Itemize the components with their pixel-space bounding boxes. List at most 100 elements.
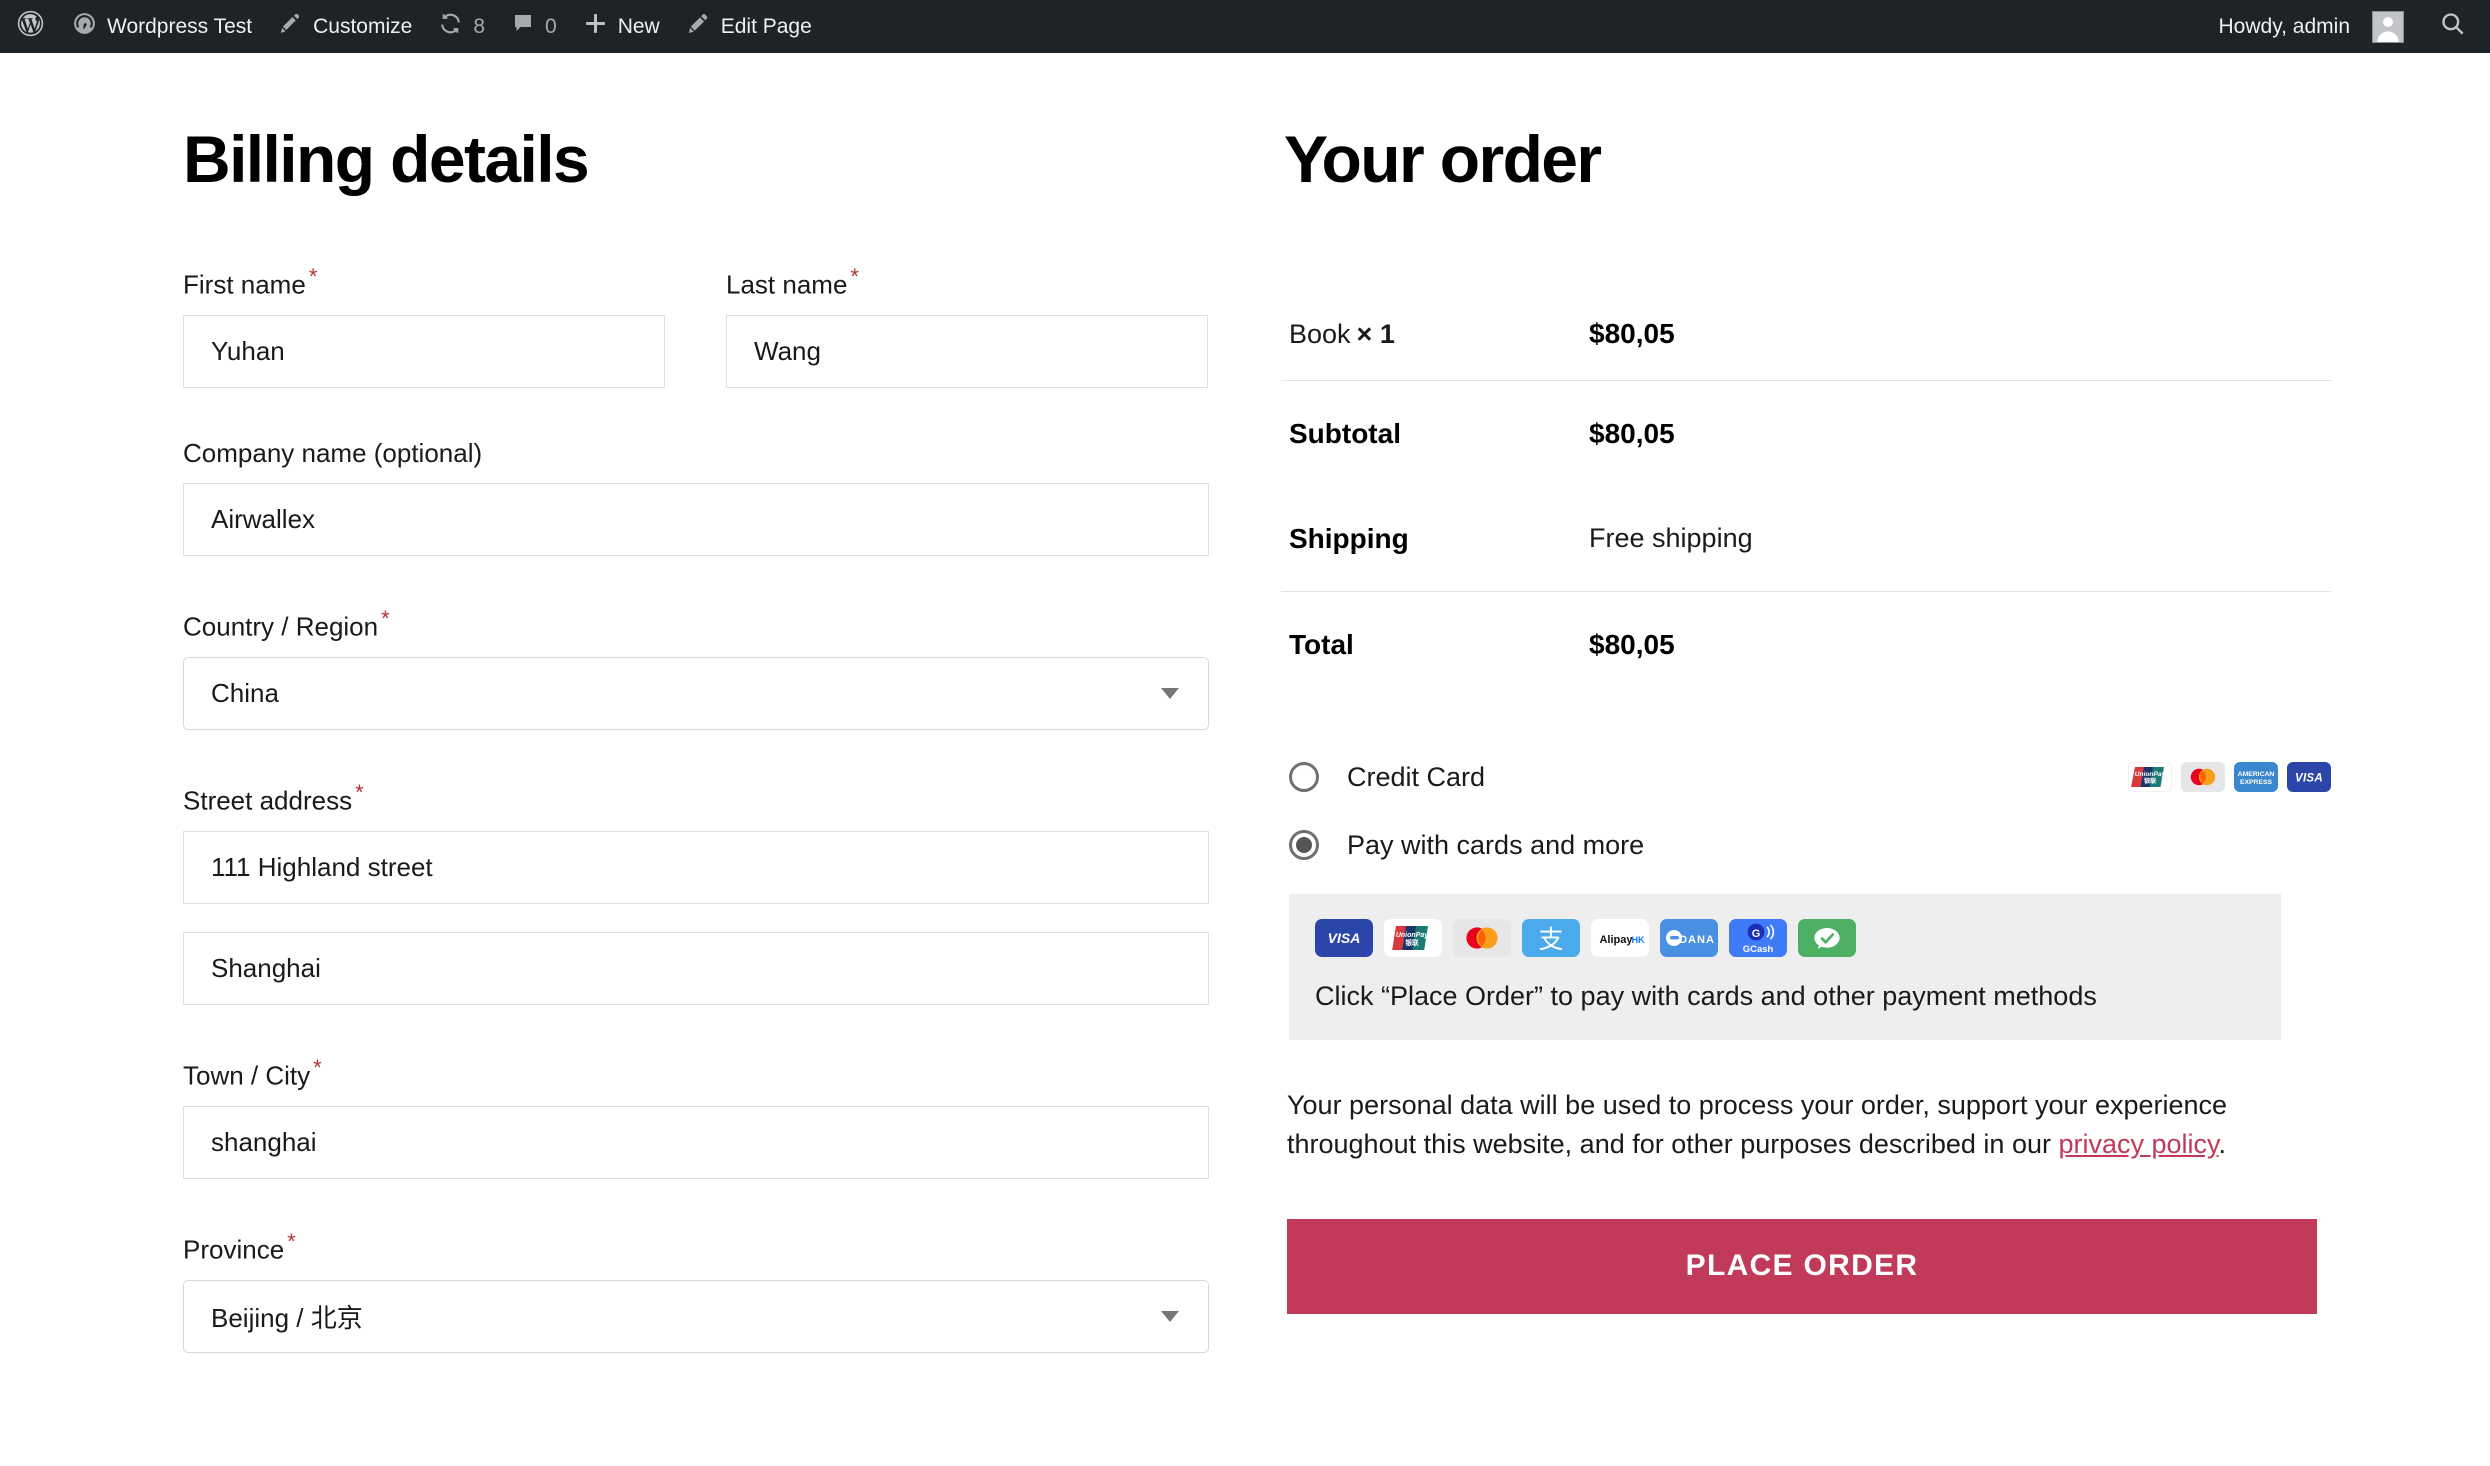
your-order-title: Your order	[1284, 122, 1602, 196]
street2-field-group: Shanghai	[183, 932, 1209, 1006]
svg-text:Alipay: Alipay	[1599, 934, 1633, 946]
order-shipping-row: Shipping Free shipping	[1281, 486, 2331, 591]
visa-icon: VISA	[2287, 762, 2331, 793]
svg-text:G: G	[1752, 928, 1761, 940]
comments-count: 0	[545, 14, 557, 38]
required-mark: *	[287, 1228, 296, 1254]
wallet-logo-strip: VISA UnionPay 银联 支 Alipay HK DANA G GCas…	[1315, 919, 2255, 958]
last-name-input[interactable]: Wang	[726, 315, 1208, 389]
alipayhk-icon: Alipay HK	[1591, 919, 1649, 958]
unionpay-icon: UnionPay 银联	[2128, 762, 2172, 793]
payment-method-cards-and-more[interactable]: Pay with cards and more	[1281, 817, 2331, 873]
svg-text:GCash: GCash	[1743, 944, 1774, 955]
order-subtotal-row: Subtotal $80,05	[1281, 381, 2331, 486]
mastercard-icon	[2181, 762, 2225, 793]
billing-column: Billing details First name * Yuhan Last n…	[0, 53, 1280, 1381]
payment-methods: Credit Card UnionPay 银联 AMERICAN EXPRESS…	[1281, 749, 2331, 1041]
gcash-icon: G GCash	[1729, 919, 1787, 958]
visa-icon: VISA	[1315, 919, 1373, 958]
svg-text:VISA: VISA	[1328, 930, 1361, 946]
checkout-page: Billing details First name * Yuhan Last n…	[0, 53, 2490, 1381]
alipay-icon: 支	[1522, 919, 1580, 958]
order-product-row: Book × 1 $80,05	[1281, 282, 2331, 380]
radio-cards-and-more[interactable]	[1289, 830, 1319, 861]
order-product-price: $80,05	[1589, 318, 1675, 350]
chevron-down-icon	[1161, 688, 1179, 700]
country-selected-value: China	[211, 678, 279, 709]
payment-method-credit-card-label: Credit Card	[1347, 761, 1486, 792]
order-review-table: Book × 1 $80,05 Subtotal $80,05 Shipping …	[1281, 282, 2331, 697]
country-field-group: Country / Region * China	[183, 606, 1209, 731]
dana-icon: DANA	[1660, 919, 1718, 958]
update-refresh-icon	[438, 11, 463, 42]
order-total-label: Total	[1289, 628, 1354, 660]
required-mark: *	[355, 780, 364, 806]
required-mark: *	[850, 264, 859, 290]
company-input[interactable]: Airwallex	[183, 483, 1209, 557]
radio-credit-card[interactable]	[1289, 762, 1319, 793]
my-account-menu[interactable]: Howdy, admin	[2206, 0, 2418, 53]
province-select[interactable]: Beijing / 北京	[183, 1279, 1209, 1353]
plus-icon	[583, 11, 608, 42]
svg-text:HK: HK	[1632, 935, 1645, 945]
street-address-input[interactable]: 111 Highland street	[183, 831, 1209, 905]
required-mark: *	[313, 1055, 322, 1081]
last-name-field-group: Last name * Wang	[726, 264, 1208, 389]
place-order-button[interactable]: PLACE ORDER	[1287, 1218, 2317, 1314]
mastercard-icon	[1453, 919, 1511, 958]
search-button[interactable]	[2417, 10, 2490, 43]
order-column: Your order Book × 1 $80,05 Subtotal $80,0…	[1280, 53, 2490, 1381]
updates-menu[interactable]: 8	[425, 0, 498, 53]
howdy-label: Howdy, admin	[2218, 14, 2351, 38]
svg-text:银联: 银联	[2144, 777, 2157, 785]
comment-bubble-icon	[511, 12, 535, 42]
billing-details-title: Billing details	[183, 122, 590, 196]
paintbrush-icon	[278, 11, 303, 42]
amex-icon: AMERICAN EXPRESS	[2234, 762, 2278, 793]
street-address-label: Street address *	[183, 780, 364, 816]
order-shipping-label: Shipping	[1289, 522, 1409, 554]
privacy-policy-link[interactable]: privacy policy	[2058, 1129, 2218, 1159]
payment-method-credit-card[interactable]: Credit Card UnionPay 银联 AMERICAN EXPRESS…	[1281, 749, 2331, 805]
wordpress-logo-button[interactable]	[0, 0, 59, 53]
wechatpay-icon	[1798, 919, 1856, 958]
edit-page-menu[interactable]: Edit Page	[673, 0, 825, 53]
site-name-menu[interactable]: Wordpress Test	[59, 0, 265, 53]
edit-page-label: Edit Page	[720, 14, 812, 38]
pencil-edit-icon	[686, 11, 711, 42]
payment-method-details-box: VISA UnionPay 银联 支 Alipay HK DANA G GCas…	[1289, 894, 2281, 1041]
search-icon	[2439, 10, 2466, 43]
last-name-label: Last name *	[726, 264, 859, 300]
svg-text:DANA: DANA	[1679, 934, 1715, 946]
company-field-group: Company name (optional) Airwallex	[183, 438, 1209, 557]
name-row: First name * Yuhan Last name * Wang	[183, 264, 1209, 416]
order-product-name: Book × 1	[1289, 318, 1395, 349]
privacy-text-after: .	[2218, 1129, 2227, 1160]
order-shipping-value: Free shipping	[1589, 523, 1753, 554]
chevron-down-icon	[1161, 1310, 1179, 1322]
first-name-input[interactable]: Yuhan	[183, 315, 665, 389]
wp-admin-bar: Wordpress Test Customize 8 0 New Edit Pa…	[0, 0, 2490, 53]
svg-text:UnionPay: UnionPay	[1396, 932, 1429, 939]
svg-text:支: 支	[1538, 925, 1563, 954]
street-address-2-input[interactable]: Shanghai	[183, 932, 1209, 1006]
comments-menu[interactable]: 0	[498, 0, 570, 53]
first-name-field-group: First name * Yuhan	[183, 264, 665, 389]
new-content-menu[interactable]: New	[570, 0, 673, 53]
customize-menu[interactable]: Customize	[265, 0, 425, 53]
town-city-label: Town / City *	[183, 1055, 322, 1091]
town-city-input[interactable]: shanghai	[183, 1105, 1209, 1179]
svg-text:VISA: VISA	[2295, 773, 2323, 785]
province-field-group: Province * Beijing / 北京	[183, 1229, 1209, 1353]
street-field-group: Street address * 111 Highland street	[183, 780, 1209, 905]
site-name-label: Wordpress Test	[107, 14, 253, 38]
dashboard-site-icon	[72, 11, 97, 42]
province-selected-value: Beijing / 北京	[211, 1302, 363, 1333]
city-field-group: Town / City * shanghai	[183, 1055, 1209, 1179]
country-select[interactable]: China	[183, 657, 1209, 731]
svg-text:AMERICAN: AMERICAN	[2238, 771, 2275, 778]
required-mark: *	[308, 264, 318, 290]
first-name-label: First name *	[183, 264, 318, 300]
payment-method-cards-and-more-label: Pay with cards and more	[1347, 829, 1645, 860]
order-product-qty: × 1	[1356, 318, 1395, 349]
